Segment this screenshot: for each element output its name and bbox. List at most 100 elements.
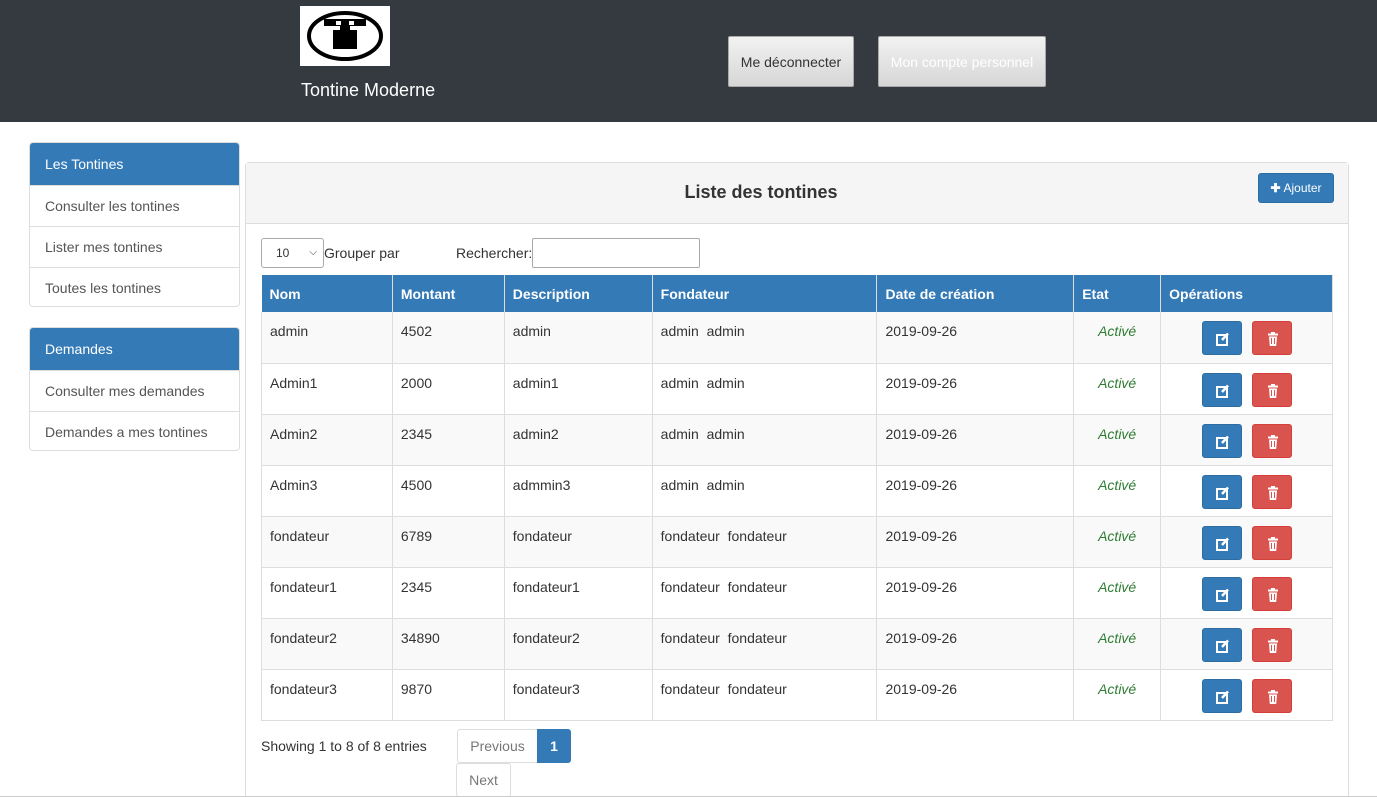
- sidebar-item-consulter-tontines[interactable]: Consulter les tontines: [30, 185, 239, 226]
- cell-nom: fondateur: [261, 516, 393, 568]
- table-row: fondateur1 2345 fondateur1 fondateur fondat…: [261, 567, 1333, 619]
- cell-montant: 9870: [391, 669, 505, 721]
- add-button-label: Ajouter: [1283, 181, 1322, 195]
- panel-title-demandes: Demandes: [30, 328, 239, 370]
- add-button[interactable]: ✚ Ajouter: [1258, 173, 1334, 203]
- cell-date: 2019-09-26: [876, 465, 1075, 517]
- cell-date: 2019-09-26: [876, 567, 1075, 619]
- edit-button[interactable]: [1201, 525, 1242, 560]
- cell-etat: Activé: [1073, 414, 1162, 466]
- page-size-value: 10: [276, 246, 290, 260]
- cell-fondateur: fondateur fondateur: [651, 618, 878, 670]
- table-row: fondateur 6789 fondateur fondateur fondateu…: [261, 516, 1333, 568]
- cell-operations: [1160, 669, 1333, 721]
- cell-description: admin2: [503, 414, 653, 466]
- cell-montant: 4500: [391, 465, 505, 517]
- cell-etat: Activé: [1073, 465, 1162, 517]
- column-header-montant[interactable]: Montant: [392, 275, 505, 312]
- cell-fondateur: admin admin: [651, 363, 878, 415]
- logo-icon[interactable]: [300, 6, 390, 66]
- delete-button[interactable]: [1251, 678, 1292, 713]
- pagination-previous[interactable]: Previous: [457, 729, 538, 763]
- search-input[interactable]: [532, 238, 700, 268]
- cell-date: 2019-09-26: [876, 312, 1075, 364]
- table-row: Admin2 2345 admin2 admin admin 2019-09-26 Act…: [261, 414, 1333, 466]
- page-size-select[interactable]: 10 ⌵: [261, 238, 324, 268]
- cell-montant: 2000: [391, 363, 505, 415]
- cell-description: fondateur: [503, 516, 653, 568]
- group-by-label: Grouper par: [324, 245, 400, 261]
- table-row: Admin3 4500 admmin3 admin admin 2019-09-26 Ac…: [261, 465, 1333, 517]
- sidebar-item-consulter-demandes[interactable]: Consulter mes demandes: [30, 370, 239, 411]
- cell-etat: Activé: [1073, 516, 1162, 568]
- column-header-etat[interactable]: Etat: [1073, 275, 1162, 312]
- column-header-operations: Opérations: [1160, 275, 1333, 312]
- cell-operations: [1160, 465, 1333, 517]
- table-row: fondateur3 9870 fondateur3 fondateur fondat…: [261, 669, 1333, 721]
- cell-date: 2019-09-26: [876, 414, 1075, 466]
- cell-operations: [1160, 567, 1333, 619]
- column-header-date[interactable]: Date de création: [876, 275, 1075, 312]
- cell-etat: Activé: [1073, 618, 1162, 670]
- tontines-list-panel: Liste des tontines ✚ Ajouter 10 ⌵ Grouper…: [245, 162, 1349, 797]
- chevron-down-icon: ⌵: [309, 247, 317, 258]
- cell-etat: Activé: [1073, 567, 1162, 619]
- delete-button[interactable]: [1251, 525, 1292, 560]
- cell-fondateur: admin admin: [651, 414, 878, 466]
- sidebar-item-demandes-tontines[interactable]: Demandes a mes tontines: [30, 411, 239, 450]
- page-title: Liste des tontines: [684, 182, 838, 202]
- column-header-nom[interactable]: Nom: [261, 275, 393, 312]
- cell-description: fondateur2: [503, 618, 653, 670]
- account-button[interactable]: Mon compte personnel: [878, 36, 1046, 87]
- column-header-description[interactable]: Description: [504, 275, 653, 312]
- plus-icon: ✚: [1270, 181, 1281, 195]
- cell-fondateur: fondateur fondateur: [651, 669, 878, 721]
- column-header-fondateur[interactable]: Fondateur: [652, 275, 878, 312]
- cell-description: admin1: [503, 363, 653, 415]
- pagination-next[interactable]: Next: [456, 763, 511, 797]
- cell-operations: [1160, 363, 1333, 415]
- edit-button[interactable]: [1201, 372, 1242, 407]
- pagination-page-1[interactable]: 1: [537, 729, 571, 763]
- cell-montant: 2345: [391, 567, 505, 619]
- table-row: fondateur2 34890 fondateur2 fondateur fonda…: [261, 618, 1333, 670]
- sidebar-item-toutes-tontines[interactable]: Toutes les tontines: [30, 267, 239, 306]
- cell-etat: Activé: [1073, 669, 1162, 721]
- cell-fondateur: fondateur fondateur: [651, 516, 878, 568]
- cell-etat: Activé: [1073, 312, 1162, 364]
- cell-montant: 6789: [391, 516, 505, 568]
- edit-button[interactable]: [1201, 321, 1242, 355]
- logout-button[interactable]: Me déconnecter: [728, 36, 854, 87]
- edit-button[interactable]: [1201, 423, 1242, 458]
- delete-button[interactable]: [1251, 423, 1292, 458]
- edit-button[interactable]: [1201, 576, 1242, 611]
- edit-button[interactable]: [1201, 474, 1242, 509]
- table-header-row: Nom Montant Description Fondateur Date d…: [261, 275, 1333, 312]
- sidebar-panel-demandes: Demandes Consulter mes demandes Demandes…: [29, 327, 240, 451]
- edit-button[interactable]: [1201, 627, 1242, 662]
- cell-operations: [1160, 516, 1333, 568]
- cell-operations: [1160, 414, 1333, 466]
- delete-button[interactable]: [1251, 576, 1292, 611]
- entries-info: Showing 1 to 8 of 8 entries: [261, 738, 427, 754]
- cell-date: 2019-09-26: [876, 669, 1075, 721]
- cell-nom: fondateur1: [261, 567, 393, 619]
- cell-montant: 2345: [391, 414, 505, 466]
- edit-button[interactable]: [1201, 678, 1242, 713]
- cell-description: fondateur1: [503, 567, 653, 619]
- delete-button[interactable]: [1251, 321, 1292, 355]
- cell-date: 2019-09-26: [876, 363, 1075, 415]
- brand-title[interactable]: Tontine Moderne: [301, 80, 435, 101]
- delete-button[interactable]: [1251, 627, 1292, 662]
- sidebar-item-lister-mes-tontines[interactable]: Lister mes tontines: [30, 226, 239, 267]
- cell-montant: 34890: [391, 618, 505, 670]
- panel-header: Liste des tontines ✚ Ajouter: [246, 163, 1348, 224]
- delete-button[interactable]: [1251, 372, 1292, 407]
- cell-nom: fondateur3: [261, 669, 393, 721]
- cell-fondateur: fondateur fondateur: [651, 567, 878, 619]
- search-label: Rechercher:: [456, 245, 533, 261]
- cell-description: fondateur3: [503, 669, 653, 721]
- cell-nom: Admin3: [261, 465, 393, 517]
- table-row: admin 4502 admin admin admin 2019-09-26 Activ…: [261, 312, 1333, 364]
- delete-button[interactable]: [1251, 474, 1292, 509]
